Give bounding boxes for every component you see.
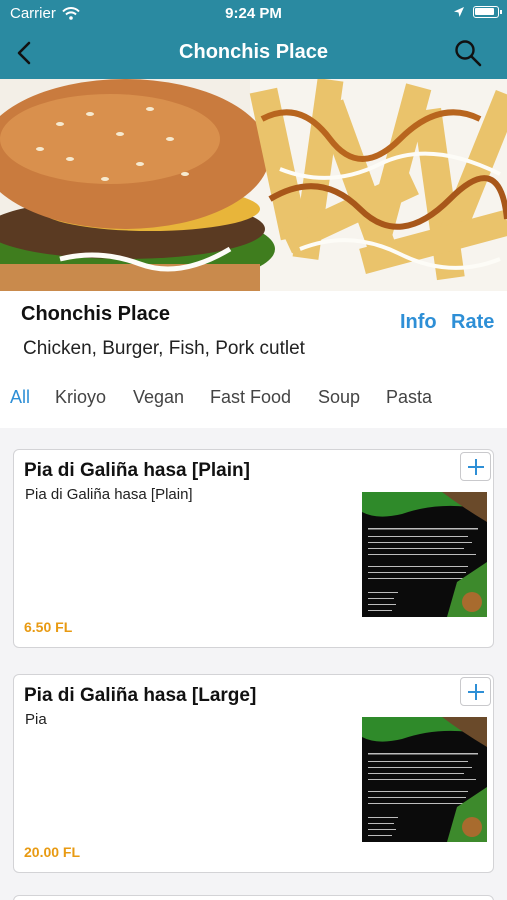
- restaurant-categories: Chicken, Burger, Fish, Pork cutlet: [23, 338, 305, 359]
- tab-vegan[interactable]: Vegan: [133, 387, 184, 408]
- restaurant-info: Chonchis Place Info Rate Chicken, Burger…: [0, 291, 507, 428]
- menu-item-description: Pia: [25, 711, 47, 728]
- tab-all[interactable]: All: [10, 387, 30, 408]
- battery-icon: [473, 6, 502, 18]
- tab-soup[interactable]: Soup: [318, 387, 360, 408]
- location-arrow-icon: [454, 7, 464, 17]
- page-title: Chonchis Place: [179, 41, 328, 63]
- menu-item-price: 20.00 FL: [24, 844, 81, 860]
- menu-item-card-partial[interactable]: [13, 895, 494, 900]
- menu-item-title: Pia di Galiña hasa [Plain]: [24, 460, 250, 481]
- menu-item-image: [362, 717, 487, 842]
- menu-item-title: Pia di Galiña hasa [Large]: [24, 685, 257, 706]
- menu-item-card[interactable]: Pia di Galiña hasa [Large] Pia 20.00 FL: [13, 674, 494, 873]
- add-to-cart-button[interactable]: [460, 452, 491, 481]
- tab-fast-food[interactable]: Fast Food: [210, 387, 291, 408]
- clock: 9:24 PM: [225, 5, 282, 22]
- menu-item-price: 6.50 FL: [24, 619, 73, 635]
- tab-pasta[interactable]: Pasta: [386, 387, 432, 408]
- info-button[interactable]: Info: [400, 311, 437, 334]
- add-to-cart-button[interactable]: [460, 677, 491, 706]
- rate-button[interactable]: Rate: [451, 311, 494, 334]
- menu-item-card[interactable]: Pia di Galiña hasa [Plain] Pia di Galiña…: [13, 449, 494, 648]
- menu-item-description: Pia di Galiña hasa [Plain]: [25, 486, 193, 503]
- tab-krioyo[interactable]: Krioyo: [55, 387, 106, 408]
- restaurant-banner-image: [0, 79, 507, 291]
- status-right: [453, 6, 502, 18]
- app-header: Carrier 9:24 PM Chonchis Place: [0, 0, 507, 79]
- menu-item-image: [362, 492, 487, 617]
- restaurant-name: Chonchis Place: [21, 303, 170, 325]
- search-icon[interactable]: [453, 38, 483, 68]
- status-bar: Carrier 9:24 PM: [0, 0, 507, 28]
- category-tabs: All Krioyo Vegan Fast Food Soup Pasta: [0, 387, 507, 417]
- nav-bar: Chonchis Place: [0, 28, 507, 79]
